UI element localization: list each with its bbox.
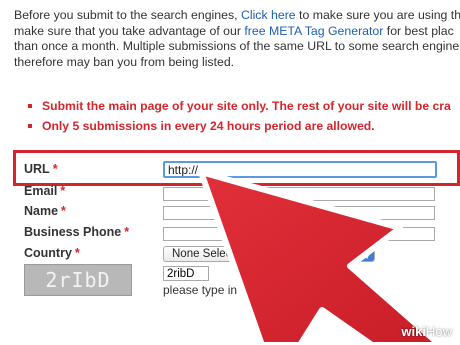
url-label: URL * bbox=[24, 162, 58, 176]
business-phone-label-text: Business Phone bbox=[24, 225, 122, 239]
url-label-text: URL bbox=[24, 162, 50, 176]
name-label-text: Name bbox=[24, 204, 59, 218]
name-field[interactable] bbox=[163, 206, 435, 220]
required-marker: * bbox=[52, 162, 58, 176]
email-label: Email * bbox=[24, 184, 65, 198]
captcha-image: 2rIbD bbox=[24, 264, 132, 296]
email-label-text: Email bbox=[24, 184, 58, 198]
watermark-how: How bbox=[425, 324, 452, 339]
country-label: Country * bbox=[24, 246, 80, 260]
name-label: Name * bbox=[24, 204, 66, 218]
wikihow-watermark: wikiHow bbox=[401, 324, 452, 339]
required-marker: * bbox=[60, 184, 66, 198]
select-arrows-icon: ▲ ▼ bbox=[360, 247, 374, 261]
required-marker: * bbox=[74, 246, 80, 260]
url-input[interactable] bbox=[163, 161, 437, 178]
email-field[interactable] bbox=[163, 187, 435, 201]
watermark-wiki: wiki bbox=[401, 324, 426, 339]
required-marker: * bbox=[61, 204, 66, 218]
business-phone-field[interactable] bbox=[163, 227, 435, 241]
required-marker: * bbox=[124, 225, 130, 239]
captcha-hint: please type in the n in the image o bbox=[163, 283, 346, 297]
submission-form: URL* Email* Name* Business Phone* Countr… bbox=[0, 0, 460, 345]
business-phone-label: Business Phone * bbox=[24, 225, 129, 239]
country-selected-value: None Selec bbox=[172, 248, 232, 260]
country-label-text: Country bbox=[24, 246, 72, 260]
captcha-input[interactable] bbox=[163, 266, 209, 281]
country-select[interactable]: None Selec ▲ ▼ bbox=[163, 246, 375, 262]
